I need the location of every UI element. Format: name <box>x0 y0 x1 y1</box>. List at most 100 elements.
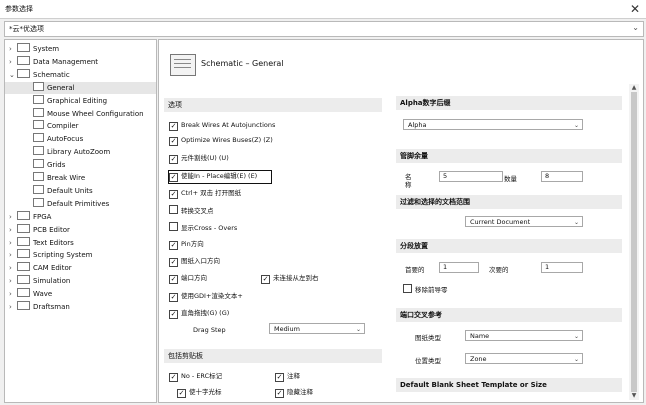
clipboard-checkbox[interactable]: ✓ 隐藏注释 <box>275 387 313 398</box>
check-icon: ✓ <box>169 258 178 267</box>
chevron-down-icon: ⌄ <box>573 356 579 363</box>
tree-item[interactable]: Default Primitives <box>5 197 156 210</box>
page-icon <box>33 120 44 130</box>
drag-step-select[interactable]: Medium ⌄ <box>269 323 365 334</box>
folder-icon <box>17 68 30 78</box>
tree-item[interactable]: Grids <box>5 159 156 171</box>
drag-step-label: Drag Step <box>193 326 226 334</box>
option-checkbox[interactable]: ✓ 未连接从左到右 <box>261 273 319 284</box>
expand-icon[interactable]: › <box>9 249 17 261</box>
option-checkbox[interactable]: 显示Cross - Overs <box>169 222 237 232</box>
option-checkbox[interactable]: ✓ 直角拖拽(G) (G) <box>169 308 229 319</box>
folder-icon <box>17 43 30 52</box>
folder-icon <box>17 275 30 285</box>
tree-item[interactable]: › FPGA <box>5 210 156 223</box>
expand-icon[interactable]: › <box>9 262 17 274</box>
clipboard-option-label: No - ERC标记 <box>181 372 223 380</box>
option-checkbox[interactable]: ✓ 图纸入口方向 <box>169 256 220 267</box>
search-combo[interactable]: *云*优选项 ⌄ <box>4 21 644 37</box>
tree-item-label: Mouse Wheel Configuration <box>47 109 144 118</box>
options-section-header: 选项 <box>164 98 382 112</box>
chevron-down-icon[interactable]: ⌄ <box>632 23 639 32</box>
tree-item-label: CAM Editor <box>33 264 72 273</box>
tree-item[interactable]: Mouse Wheel Configuration <box>5 107 156 120</box>
alpha-select[interactable]: Alpha ⌄ <box>403 119 583 130</box>
option-checkbox[interactable]: ✓ 使能In - Place编辑(E) (E) <box>169 171 257 182</box>
option-checkbox[interactable]: ✓ 元件割线(U) (U) <box>169 153 229 164</box>
filter-select[interactable]: Current Document ⌄ <box>465 216 583 227</box>
tree-item[interactable]: Library AutoZoom <box>5 146 156 158</box>
schematic-page-icon <box>170 54 196 76</box>
tree-item[interactable]: Default Units <box>5 184 156 197</box>
check-icon: ✓ <box>275 389 284 398</box>
expand-icon[interactable]: › <box>9 275 17 287</box>
expand-icon[interactable]: › <box>9 288 17 300</box>
pin-name-label: 名称 <box>405 173 412 189</box>
clipboard-checkbox[interactable]: ✓ 使十字光标 <box>177 387 222 398</box>
tree-item[interactable]: AutoFocus <box>5 133 156 145</box>
expand-icon[interactable]: › <box>9 224 17 236</box>
remove-leading-zero-checkbox[interactable]: 移除前导零 <box>403 284 448 294</box>
option-label: Break Wires At Autojunctions <box>181 121 276 129</box>
pin-name-field[interactable]: 5 <box>439 171 503 182</box>
settings-panel: Schematic – General 选项 Drag Step Medium … <box>158 39 644 403</box>
expand-icon[interactable]: › <box>9 301 17 313</box>
tree-item[interactable]: › Text Editors <box>5 236 156 249</box>
option-checkbox[interactable]: ✓ Break Wires At Autojunctions <box>169 120 276 131</box>
scroll-up-icon[interactable]: ▲ <box>630 84 638 91</box>
location-type-select[interactable]: Zone ⌄ <box>465 353 583 364</box>
tree-item[interactable]: › System <box>5 43 156 55</box>
clipboard-checkbox[interactable]: ✓ No - ERC标记 <box>169 371 223 382</box>
tree-item[interactable]: › Simulation <box>5 275 156 287</box>
tree-item[interactable]: › Scripting System <box>5 249 156 261</box>
clipboard-checkbox[interactable]: ✓ 注释 <box>275 371 300 382</box>
option-checkbox[interactable]: ✓ 端口方向 <box>169 273 207 284</box>
tree-item[interactable]: Graphical Editing <box>5 94 156 107</box>
chevron-down-icon: ⌄ <box>573 122 579 129</box>
tree-item[interactable]: General <box>5 81 156 94</box>
option-label: 转换交叉点 <box>181 207 214 215</box>
option-checkbox[interactable]: ✓ Optimize Wires Buses(Z) (Z) <box>169 135 273 146</box>
tree-item-label: Default Units <box>47 186 93 195</box>
pin-number-label: 数量 <box>504 175 517 183</box>
pin-number-field[interactable]: 8 <box>541 171 583 182</box>
tree-item[interactable]: › Data Management <box>5 55 156 68</box>
filter-section-header: 过滤和选择的文档范围 <box>396 195 622 209</box>
expand-icon[interactable]: › <box>9 211 17 223</box>
close-icon[interactable]: ✕ <box>628 2 642 16</box>
secondary-field[interactable]: 1 <box>541 262 583 273</box>
folder-icon <box>17 249 30 259</box>
scroll-down-icon[interactable]: ▼ <box>630 392 638 399</box>
tree-item[interactable]: Compiler <box>5 120 156 132</box>
primary-field[interactable]: 1 <box>439 262 479 273</box>
scrollbar-thumb[interactable] <box>631 92 637 392</box>
tree-item-label: Compiler <box>47 122 79 131</box>
tree-item[interactable]: › CAM Editor <box>5 262 156 274</box>
expand-icon[interactable]: › <box>9 237 17 249</box>
tree-item-label: FPGA <box>33 212 52 221</box>
tree-item[interactable]: Break Wire <box>5 172 156 184</box>
tree-item-label: System <box>33 45 60 53</box>
folder-icon <box>17 301 30 310</box>
option-checkbox[interactable]: ✓ Ctrl+ 双击 打开图纸 <box>169 188 241 199</box>
option-label: 端口方向 <box>181 274 207 282</box>
option-checkbox[interactable]: ✓ 使用GDI+渲染文本+ <box>169 291 243 302</box>
tree-item[interactable]: ⌄ Schematic <box>5 68 156 81</box>
page-icon <box>33 133 44 143</box>
tree-item[interactable]: › Draftsman <box>5 301 156 313</box>
tree-item-label: General <box>47 83 75 92</box>
expand-icon[interactable]: › <box>9 43 17 55</box>
option-label: 使用GDI+渲染文本+ <box>181 292 243 300</box>
tree-item[interactable]: › PCB Editor <box>5 223 156 236</box>
folder-icon <box>17 288 30 298</box>
vertical-scrollbar[interactable]: ▲ ▼ <box>629 84 639 400</box>
option-checkbox[interactable]: ✓ Pin方向 <box>169 239 204 250</box>
expand-icon[interactable]: › <box>9 56 17 68</box>
page-icon <box>33 184 44 194</box>
collapse-icon[interactable]: ⌄ <box>9 69 17 81</box>
sheet-type-select[interactable]: Name ⌄ <box>465 330 583 341</box>
option-checkbox[interactable]: 转换交叉点 <box>169 205 214 215</box>
folder-icon <box>17 210 30 220</box>
tree-item[interactable]: › Wave <box>5 288 156 300</box>
option-label: Pin方向 <box>181 240 204 248</box>
